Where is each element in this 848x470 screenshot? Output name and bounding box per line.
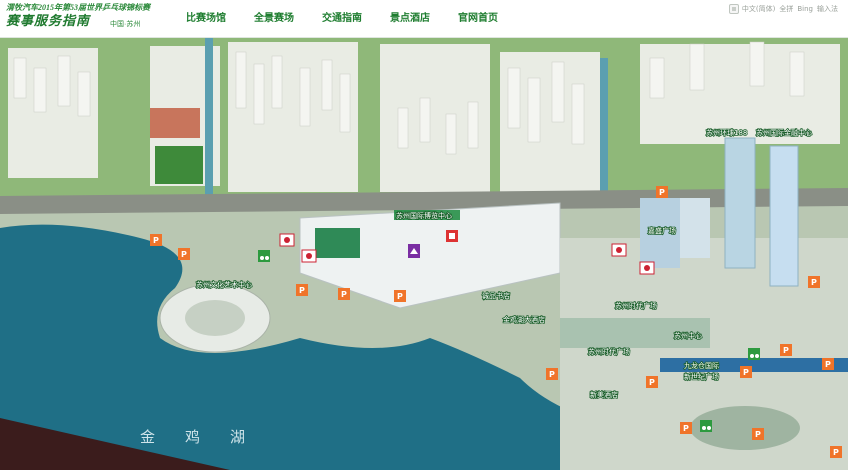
sports-field	[155, 146, 203, 184]
brand-title: 赛事服务指南	[6, 13, 91, 28]
panorama-map[interactable]: 金 鸡 湖 苏州国际博览中心 苏州文化艺术中心 苏州国际金融中心 苏州环球188…	[0, 38, 848, 470]
bike-icon[interactable]	[700, 420, 712, 432]
ime-language: 中文(简体)	[741, 5, 776, 13]
bike-icon[interactable]	[258, 250, 270, 262]
nav-homepage[interactable]: 官网首页	[448, 8, 508, 30]
parking-icon[interactable]: P	[646, 376, 658, 388]
parking-icon[interactable]: P	[830, 446, 842, 458]
svg-text:P: P	[659, 188, 665, 197]
info-marker-icon[interactable]	[446, 230, 458, 242]
parking-icon[interactable]: P	[680, 422, 692, 434]
nav-traffic[interactable]: 交通指南	[312, 8, 372, 30]
canal-east	[600, 58, 608, 208]
label-expo[interactable]: 苏州国际博览中心	[395, 210, 453, 221]
parking-icon[interactable]: P	[150, 234, 162, 246]
ime-bing: Bing	[797, 5, 813, 13]
label-jiasheng[interactable]: 嘉盛广场	[647, 225, 677, 236]
ime-mode: 全拼	[779, 5, 794, 13]
svg-text:P: P	[683, 424, 689, 433]
svg-text:P: P	[833, 448, 839, 457]
svg-text:P: P	[341, 290, 347, 299]
parking-icon[interactable]: P	[338, 288, 350, 300]
svg-text:P: P	[811, 278, 817, 287]
parking-icon[interactable]: P	[546, 368, 558, 380]
parking-icon[interactable]: P	[752, 428, 764, 440]
label-xinmei[interactable]: 新美酒店	[589, 389, 619, 400]
svg-text:P: P	[825, 360, 831, 369]
tower-block	[680, 198, 710, 258]
main-nav: 比赛场馆 全景赛场 交通指南 景点酒店 官网首页	[176, 8, 516, 30]
metro-icon[interactable]	[639, 261, 655, 275]
parking-icon[interactable]: P	[296, 284, 308, 296]
label-hotel[interactable]: 金鸡湖大酒店	[502, 314, 546, 325]
parking-icon[interactable]: P	[740, 366, 752, 378]
parking-icon[interactable]: P	[808, 276, 820, 288]
label-new-century[interactable]: 新世纪广场	[683, 371, 720, 382]
school-building	[150, 108, 200, 138]
svg-text:P: P	[743, 368, 749, 377]
canal-west	[205, 38, 213, 198]
parking-icon[interactable]: P	[394, 290, 406, 302]
label-kowloon[interactable]: 九龙仓国际	[683, 360, 720, 371]
svg-text:P: P	[755, 430, 761, 439]
nav-venue[interactable]: 比赛场馆	[176, 8, 236, 30]
top-header: 渭牧汽车2015年第53届世界乒乓球锦标赛 赛事服务指南 中国·苏州 比赛场馆 …	[0, 0, 848, 38]
metro-icon[interactable]	[611, 243, 627, 257]
tower-jiuguang	[724, 137, 756, 269]
metro-icon[interactable]	[279, 233, 295, 247]
tower-financial	[769, 145, 799, 287]
metro-icon[interactable]	[301, 249, 317, 263]
nav-panorama[interactable]: 全景赛场	[244, 8, 304, 30]
label-times[interactable]: 苏州时代广场	[614, 300, 658, 311]
ime-toolbar[interactable]: 中文(简体) 全拼 Bing 输入法	[728, 3, 842, 15]
svg-text:P: P	[549, 370, 555, 379]
brand-logo[interactable]: 渭牧汽车2015年第53届世界乒乓球锦标赛 赛事服务指南 中国·苏州	[6, 3, 176, 37]
expo-green-roof	[315, 228, 360, 258]
brand-location: 中国·苏州	[110, 21, 141, 28]
bike-icon[interactable]	[748, 348, 760, 360]
nav-hotels[interactable]: 景点酒店	[380, 8, 440, 30]
label-global188[interactable]: 苏州环球188	[705, 127, 748, 138]
svg-text:P: P	[299, 286, 305, 295]
label-times-2[interactable]: 苏州时代广场	[587, 346, 631, 357]
ime-icon	[728, 4, 739, 14]
label-suzhou-center[interactable]: 苏州中心	[673, 330, 703, 341]
culture-center-dome	[185, 300, 245, 336]
parking-icon[interactable]: P	[822, 358, 834, 370]
svg-text:P: P	[397, 292, 403, 301]
label-ifc[interactable]: 苏州国际金融中心	[755, 127, 813, 138]
label-culture[interactable]: 苏州文化艺术中心	[195, 279, 253, 290]
svg-text:P: P	[181, 250, 187, 259]
ime-label: 输入法	[817, 5, 838, 13]
venue-marker-icon[interactable]	[408, 244, 420, 258]
parking-icon[interactable]: P	[178, 248, 190, 260]
svg-text:P: P	[153, 236, 159, 245]
brand-subtitle: 渭牧汽车2015年第53届世界乒乓球锦标赛	[6, 3, 150, 12]
parking-icon[interactable]: P	[656, 186, 668, 198]
parking-icon[interactable]: P	[780, 344, 792, 356]
svg-text:P: P	[783, 346, 789, 355]
map-canvas[interactable]: 金 鸡 湖 苏州国际博览中心 苏州文化艺术中心 苏州国际金融中心 苏州环球188…	[0, 38, 848, 470]
svg-text:P: P	[649, 378, 655, 387]
label-eslite[interactable]: 诚品书店	[481, 290, 511, 301]
lake-label: 金 鸡 湖	[140, 428, 245, 446]
